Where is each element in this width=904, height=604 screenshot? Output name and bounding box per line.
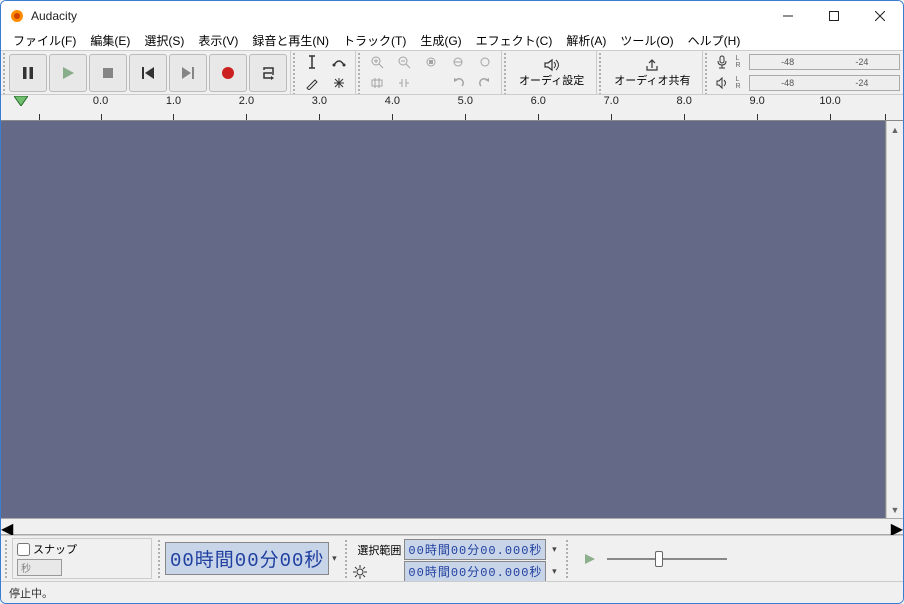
slider-thumb[interactable] bbox=[655, 551, 663, 567]
maximize-button[interactable] bbox=[811, 1, 857, 31]
snap-unit-select[interactable]: 秒 bbox=[17, 559, 62, 576]
undo-button[interactable] bbox=[445, 73, 471, 93]
bottom-toolbar: スナップ 秒 00時間00分00秒 ▾ 選択範囲 00時間00分00.000秒 … bbox=[1, 535, 903, 581]
statusbar: 停止中。 bbox=[1, 581, 903, 603]
record-meter[interactable]: -48-24 bbox=[749, 54, 900, 70]
scroll-down-icon[interactable]: ▼ bbox=[887, 501, 903, 518]
redo-button[interactable] bbox=[472, 73, 498, 93]
record-meter-button[interactable] bbox=[711, 53, 733, 71]
menu-view[interactable]: 表示(V) bbox=[191, 30, 245, 51]
draw-tool[interactable] bbox=[299, 73, 325, 93]
skip-end-button[interactable] bbox=[169, 54, 207, 92]
main-time-display[interactable]: 00時間00分00秒 bbox=[165, 542, 329, 575]
vertical-scrollbar[interactable]: ▲ ▼ bbox=[886, 121, 903, 518]
loop-button[interactable] bbox=[249, 54, 287, 92]
snap-panel: スナップ 秒 bbox=[12, 538, 152, 579]
microphone-icon bbox=[715, 55, 729, 69]
zoom-in-button[interactable] bbox=[364, 52, 390, 72]
status-text: 停止中。 bbox=[9, 585, 53, 601]
titlebar: Audacity bbox=[1, 1, 903, 31]
playback-speed-slider[interactable] bbox=[607, 551, 727, 567]
menu-transport[interactable]: 録音と再生(N) bbox=[245, 30, 336, 51]
audio-setup-button[interactable]: オーディ設定 bbox=[509, 53, 594, 93]
app-window: Audacity ファイル(F) 編集(E) 選択(S) 表示(V) 録音と再生… bbox=[0, 0, 904, 604]
menu-tracks[interactable]: トラック(T) bbox=[336, 30, 413, 51]
zoom-toggle-button[interactable] bbox=[472, 52, 498, 72]
selection-label: 選択範囲 bbox=[353, 542, 401, 558]
snap-label: スナップ bbox=[33, 541, 77, 557]
selection-panel: 選択範囲 00時間00分00.000秒 ▾ 00時間00分00.000秒 ▾ bbox=[352, 538, 560, 579]
trim-button[interactable] bbox=[364, 73, 390, 93]
toolbar: オーディ設定 オーディオ共有 LR -48-24 LR -48-24 bbox=[1, 51, 903, 95]
menu-edit[interactable]: 編集(E) bbox=[83, 30, 137, 51]
bottom-grip-4[interactable] bbox=[564, 538, 569, 579]
scroll-left-icon[interactable]: ◀ bbox=[1, 519, 13, 534]
track-canvas[interactable] bbox=[1, 121, 886, 518]
track-area: ▲ ▼ bbox=[1, 121, 903, 518]
menu-select[interactable]: 選択(S) bbox=[137, 30, 191, 51]
pause-button[interactable] bbox=[9, 54, 47, 92]
menu-effect[interactable]: エフェクト(C) bbox=[469, 30, 560, 51]
selection-start-display[interactable]: 00時間00分00.000秒 bbox=[404, 539, 546, 560]
menu-analyze[interactable]: 解析(A) bbox=[559, 30, 613, 51]
app-icon bbox=[9, 8, 25, 24]
scroll-right-icon[interactable]: ▶ bbox=[891, 519, 903, 534]
play-at-speed-button[interactable] bbox=[579, 548, 601, 570]
multi-tool[interactable] bbox=[326, 73, 352, 93]
selection-end-display[interactable]: 00時間00分00.000秒 bbox=[404, 561, 546, 582]
menu-help[interactable]: ヘルプ(H) bbox=[681, 30, 748, 51]
selection-end-dropdown[interactable]: ▾ bbox=[549, 566, 559, 577]
fit-selection-button[interactable] bbox=[418, 52, 444, 72]
snap-checkbox[interactable] bbox=[17, 543, 30, 556]
app-title: Audacity bbox=[31, 9, 765, 23]
minimize-button[interactable] bbox=[765, 1, 811, 31]
skip-start-button[interactable] bbox=[129, 54, 167, 92]
record-button[interactable] bbox=[209, 54, 247, 92]
time-format-dropdown[interactable]: ▾ bbox=[329, 553, 339, 564]
zoom-out-button[interactable] bbox=[391, 52, 417, 72]
envelope-tool[interactable] bbox=[326, 52, 352, 72]
menubar: ファイル(F) 編集(E) 選択(S) 表示(V) 録音と再生(N) トラック(… bbox=[1, 31, 903, 51]
bottom-grip-1[interactable] bbox=[3, 538, 8, 579]
playback-meter[interactable]: -48-24 bbox=[749, 75, 900, 91]
scroll-up-icon[interactable]: ▲ bbox=[887, 121, 903, 138]
bottom-grip-2[interactable] bbox=[156, 538, 161, 579]
speaker-small-icon bbox=[715, 76, 729, 90]
play-button[interactable] bbox=[49, 54, 87, 92]
selection-start-dropdown[interactable]: ▾ bbox=[549, 544, 559, 555]
silence-button[interactable] bbox=[391, 73, 417, 93]
menu-file[interactable]: ファイル(F) bbox=[6, 30, 83, 51]
share-audio-button[interactable]: オーディオ共有 bbox=[604, 53, 700, 93]
menu-generate[interactable]: 生成(G) bbox=[413, 30, 468, 51]
gear-icon[interactable] bbox=[353, 565, 401, 579]
timeline-ruler[interactable]: 0.0 1.0 2.0 3.0 4.0 5.0 6.0 7.0 8.0 9.0 … bbox=[1, 95, 903, 121]
close-button[interactable] bbox=[857, 1, 903, 31]
share-icon bbox=[644, 58, 660, 72]
speaker-icon bbox=[543, 58, 561, 72]
fit-project-button[interactable] bbox=[445, 52, 471, 72]
selection-tool[interactable] bbox=[299, 52, 325, 72]
stop-button[interactable] bbox=[89, 54, 127, 92]
menu-tools[interactable]: ツール(O) bbox=[613, 30, 680, 51]
bottom-grip-3[interactable] bbox=[343, 538, 348, 579]
horizontal-scrollbar[interactable]: ◀ ▶ bbox=[1, 518, 903, 535]
playback-meter-button[interactable] bbox=[711, 74, 733, 92]
